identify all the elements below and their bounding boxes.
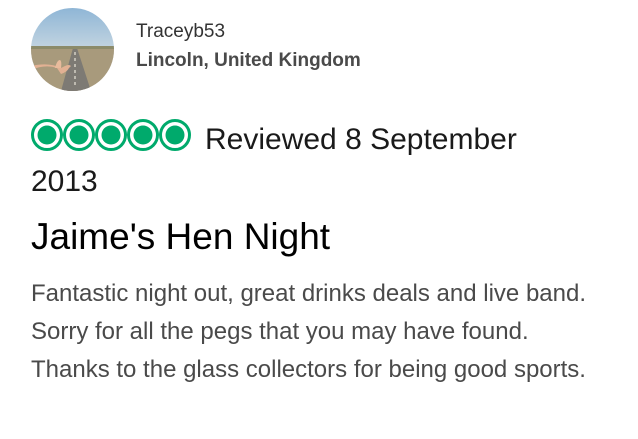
rating-row: Reviewed 8 September 2013 — [31, 118, 591, 203]
rating-bubbles — [31, 118, 193, 152]
reviewer-location: Lincoln, United Kingdom — [136, 50, 361, 71]
rating-bubble-icon — [127, 119, 159, 151]
avatar-photo-icon — [31, 8, 114, 91]
rating-bubble-icon — [159, 119, 191, 151]
rating-bubble-icon — [95, 119, 127, 151]
review-card: Traceyb53 Lincoln, United Kingdom Review… — [0, 0, 638, 439]
review-title[interactable]: Jaime's Hen Night — [31, 214, 330, 260]
reviewer-username[interactable]: Traceyb53 — [136, 21, 225, 43]
rating-bubbles-graphic — [31, 119, 191, 151]
rating-bubble-icon — [31, 119, 63, 151]
reviewer-avatar[interactable] — [31, 8, 114, 91]
review-body: Fantastic night out, great drinks deals … — [31, 280, 586, 383]
rating-bubble-icon — [63, 119, 95, 151]
